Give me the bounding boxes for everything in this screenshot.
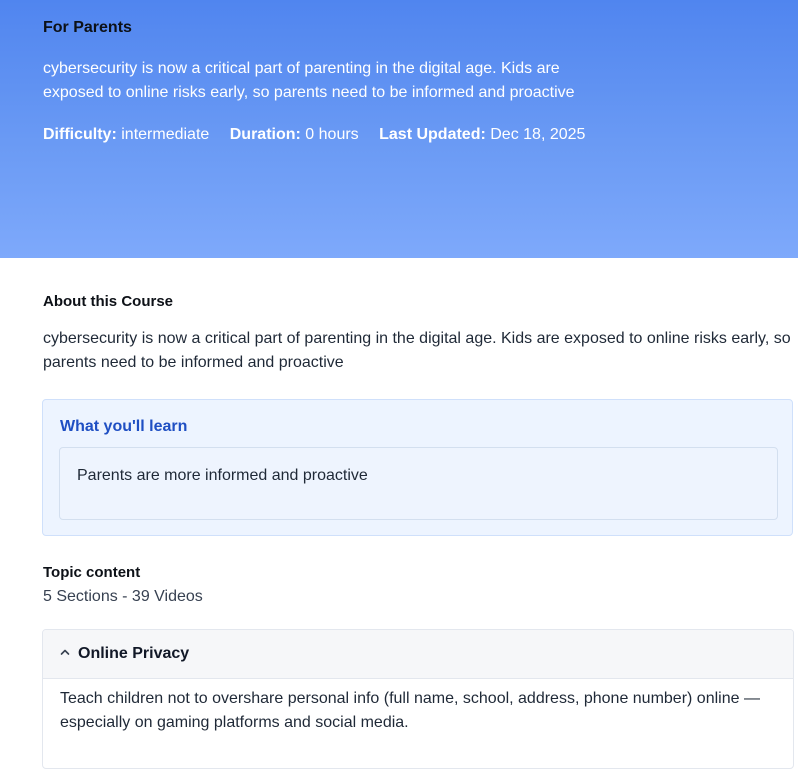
section-accordion-online-privacy: Online Privacy Teach children not to ove… — [42, 629, 794, 769]
course-hero: For Parents cybersecurity is now a criti… — [0, 0, 798, 258]
last-updated-label: Last Updated: — [379, 126, 486, 143]
section-description: Teach children not to overshare personal… — [60, 690, 760, 731]
last-updated-value: Dec 18, 2025 — [490, 126, 586, 143]
course-short-description: cybersecurity is now a critical part of … — [43, 60, 575, 101]
difficulty-meta: Difficulty: intermediate — [43, 126, 209, 143]
learning-outcomes-panel: What you'll learn Parents are more infor… — [42, 399, 793, 536]
learning-outcomes-heading: What you'll learn — [60, 418, 188, 435]
course-meta: Difficulty: intermediate Duration: 0 hou… — [43, 126, 601, 144]
topic-content-heading: Topic content — [43, 564, 141, 581]
learning-outcome-text: Parents are more informed and proactive — [77, 467, 368, 484]
course-title: For Parents — [43, 19, 132, 36]
about-heading: About this Course — [43, 293, 173, 310]
about-description: cybersecurity is now a critical part of … — [43, 330, 791, 371]
chevron-up-icon[interactable] — [59, 646, 71, 658]
section-header-online-privacy[interactable]: Online Privacy — [43, 630, 793, 679]
difficulty-label: Difficulty: — [43, 126, 117, 143]
duration-label: Duration: — [229, 126, 301, 143]
last-updated-meta: Last Updated: Dec 18, 2025 — [379, 126, 585, 143]
topic-content-summary: 5 Sections - 39 Videos — [43, 588, 203, 605]
learning-outcome-item: Parents are more informed and proactive — [59, 447, 778, 520]
section-title: Online Privacy — [78, 645, 190, 662]
difficulty-value: intermediate — [121, 126, 210, 143]
duration-meta: Duration: 0 hours — [230, 126, 359, 143]
duration-value: 0 hours — [305, 126, 359, 143]
